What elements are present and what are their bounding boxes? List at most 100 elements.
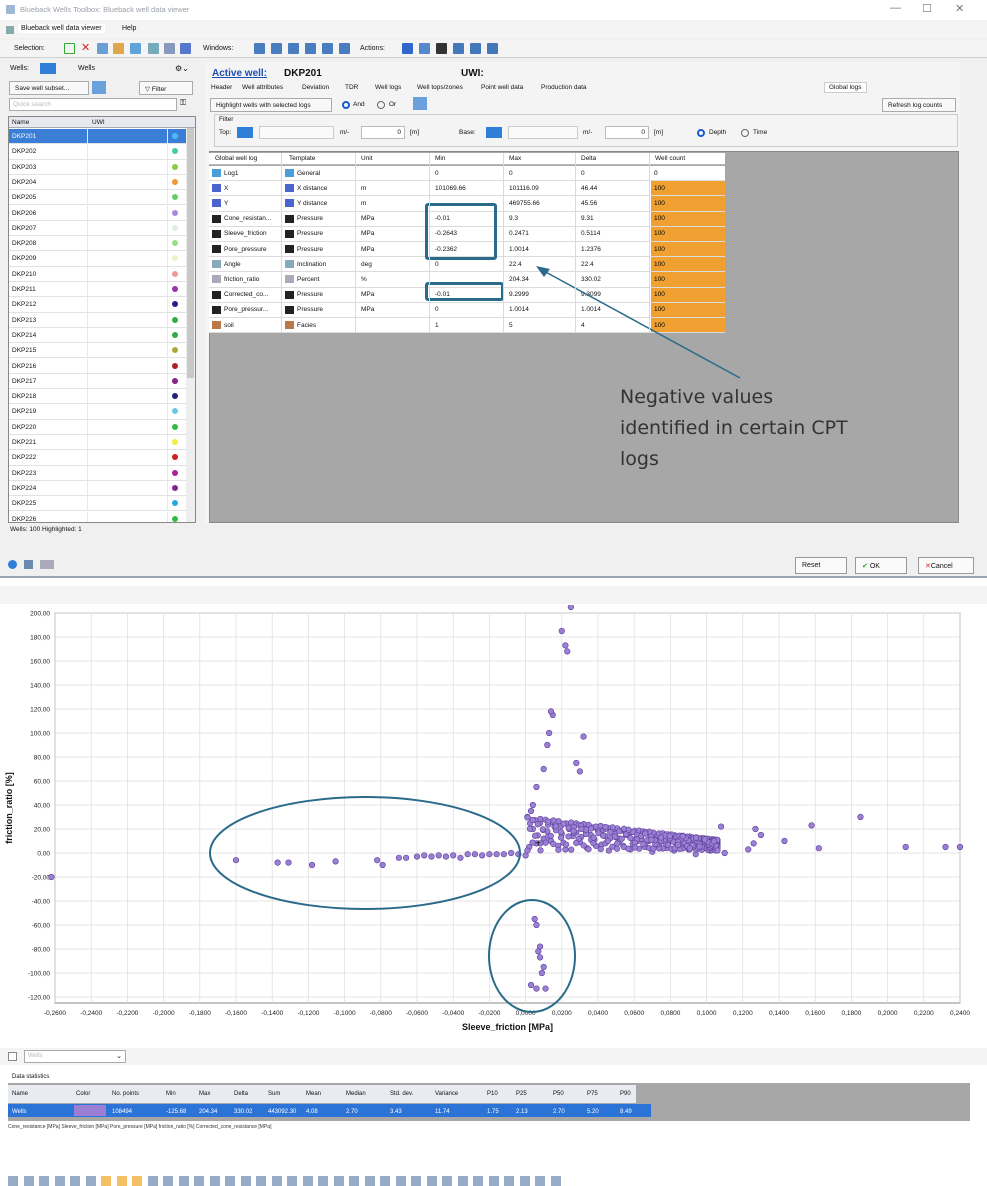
options-icon[interactable] xyxy=(40,560,54,569)
window-icon-4[interactable] xyxy=(305,43,316,54)
quick-search-input[interactable]: Quick search xyxy=(9,98,177,111)
delete-icon[interactable]: ✕ xyxy=(81,41,92,54)
stats-column-header[interactable]: Delta xyxy=(234,1091,248,1097)
stats-column-header[interactable]: P50 xyxy=(553,1091,564,1097)
well-row[interactable]: DKP219 xyxy=(9,404,187,420)
base-unit-dropdown[interactable]: m/- xyxy=(583,129,592,136)
col-global-well-log[interactable]: Global well log xyxy=(215,155,257,162)
close-icon[interactable]: ✕ xyxy=(955,2,964,15)
well-row[interactable]: DKP208 xyxy=(9,236,187,252)
chart-tool-icon[interactable] xyxy=(302,1176,313,1186)
col-uwi-header[interactable]: UWI xyxy=(92,119,105,126)
folder-icon[interactable] xyxy=(113,43,124,54)
well-list-scrollbar[interactable] xyxy=(186,128,195,522)
well-row[interactable]: DKP215 xyxy=(9,343,187,359)
chart-tool-icon[interactable] xyxy=(271,1176,282,1186)
wells-icon[interactable] xyxy=(130,43,141,54)
tab-tdr[interactable]: TDR xyxy=(345,84,358,91)
well-row[interactable]: DKP226 xyxy=(9,511,187,522)
depth-radio[interactable] xyxy=(697,129,705,137)
chart-tool-icon[interactable] xyxy=(349,1176,359,1186)
well-row[interactable]: DKP202 xyxy=(9,144,187,160)
tab-production-data[interactable]: Production data xyxy=(541,84,587,91)
chart-tool-icon[interactable] xyxy=(519,1176,530,1186)
chart-tool-icon[interactable] xyxy=(488,1176,499,1186)
well-row[interactable]: DKP223 xyxy=(9,465,187,481)
window-icon-5[interactable] xyxy=(322,43,333,54)
top-unit-dropdown[interactable]: m/- xyxy=(340,129,349,136)
maximize-icon[interactable]: ☐ xyxy=(922,2,932,15)
or-radio[interactable] xyxy=(377,101,385,109)
well-row[interactable]: DKP201 xyxy=(9,129,187,145)
well-row[interactable]: DKP205 xyxy=(9,190,187,206)
scrollbar-thumb[interactable] xyxy=(187,128,194,378)
col-unit[interactable]: Unit xyxy=(361,155,373,162)
base-arrow-icon[interactable] xyxy=(486,127,502,138)
chart-tool-icon[interactable] xyxy=(8,1176,18,1186)
well-row[interactable]: DKP220 xyxy=(9,419,187,435)
chart-tool-icon[interactable] xyxy=(318,1176,328,1186)
base-marker-dropdown[interactable] xyxy=(508,126,578,139)
well-row[interactable]: DKP206 xyxy=(9,205,187,221)
col-delta[interactable]: Delta xyxy=(581,155,596,162)
well-row[interactable]: DKP218 xyxy=(9,389,187,405)
chart-tool-icon[interactable] xyxy=(442,1176,452,1186)
viewer-tab[interactable]: Blueback well data viewer xyxy=(18,24,105,33)
chart-tool-icon[interactable] xyxy=(411,1176,421,1186)
well-row[interactable]: DKP209 xyxy=(9,251,187,267)
chart-tool-icon[interactable] xyxy=(395,1176,406,1186)
save-subset-button[interactable]: Save well subset... xyxy=(9,81,89,95)
stats-column-header[interactable]: P25 xyxy=(516,1091,527,1097)
top-arrow-icon[interactable] xyxy=(237,127,253,138)
well-row[interactable]: DKP217 xyxy=(9,373,187,390)
chart-tool-icon[interactable] xyxy=(163,1176,173,1186)
chart-tool-icon[interactable] xyxy=(85,1176,96,1186)
stats-column-header[interactable]: P90 xyxy=(620,1091,631,1097)
window-icon-3[interactable] xyxy=(288,43,299,54)
action-icon-2[interactable] xyxy=(419,43,430,54)
chart-tool-icon[interactable] xyxy=(39,1176,49,1186)
chart-tool-icon[interactable] xyxy=(473,1176,483,1186)
chart-tool-icon[interactable] xyxy=(54,1176,65,1186)
chart-tool-icon[interactable] xyxy=(178,1176,189,1186)
action-icon-3[interactable] xyxy=(436,43,447,54)
action-icon-4[interactable] xyxy=(453,43,464,54)
tab-global-logs[interactable]: Global logs xyxy=(824,82,867,93)
tab-well-logs[interactable]: Well logs xyxy=(375,84,401,91)
action-icon-6[interactable] xyxy=(487,43,498,54)
chart-tool-icon[interactable] xyxy=(426,1176,437,1186)
well-row[interactable]: DKP203 xyxy=(9,159,187,175)
well-row[interactable]: DKP210 xyxy=(9,266,187,282)
stats-column-header[interactable]: P75 xyxy=(587,1091,598,1097)
chart-tool-icon[interactable] xyxy=(457,1176,468,1186)
stats-column-header[interactable]: Name xyxy=(12,1091,28,1097)
chart-tool-icon[interactable] xyxy=(101,1176,111,1186)
action-icon-5[interactable] xyxy=(470,43,481,54)
stats-column-header[interactable]: Min xyxy=(166,1091,176,1097)
stats-column-header[interactable]: Sum xyxy=(268,1091,280,1097)
well-row[interactable]: DKP213 xyxy=(9,312,187,328)
col-min[interactable]: Min xyxy=(435,155,445,162)
chart-tool-icon[interactable] xyxy=(209,1176,220,1186)
window-icon-2[interactable] xyxy=(271,43,282,54)
chart-tool-icon[interactable] xyxy=(116,1176,127,1186)
col-max[interactable]: Max xyxy=(509,155,521,162)
stats-column-header[interactable]: Std. dev. xyxy=(390,1091,413,1097)
new-icon[interactable] xyxy=(8,1052,17,1061)
well-row[interactable]: DKP222 xyxy=(9,450,187,466)
well-row[interactable]: DKP216 xyxy=(9,358,187,374)
and-radio[interactable] xyxy=(342,101,350,109)
global-log-row[interactable]: X X distance m 101069.66 101116.09 46.44 100 xyxy=(209,181,725,197)
global-log-row[interactable]: Log1 General 0 0 0 0 xyxy=(209,166,725,182)
base-value-field[interactable]: 0 xyxy=(605,126,649,139)
wells-selector[interactable]: Wells xyxy=(78,65,95,72)
stats-column-header[interactable]: Variance xyxy=(435,1091,458,1097)
chart-tool-icon[interactable] xyxy=(535,1176,545,1186)
stats-column-header[interactable]: P10 xyxy=(487,1091,498,1097)
filter-button[interactable]: ▽ Filter xyxy=(139,81,193,95)
chart-icon[interactable] xyxy=(148,43,159,54)
chart-tool-icon[interactable] xyxy=(504,1176,514,1186)
filter-icon[interactable] xyxy=(97,43,108,54)
chart-tool-icon[interactable] xyxy=(364,1176,375,1186)
help-icon[interactable] xyxy=(8,560,17,569)
